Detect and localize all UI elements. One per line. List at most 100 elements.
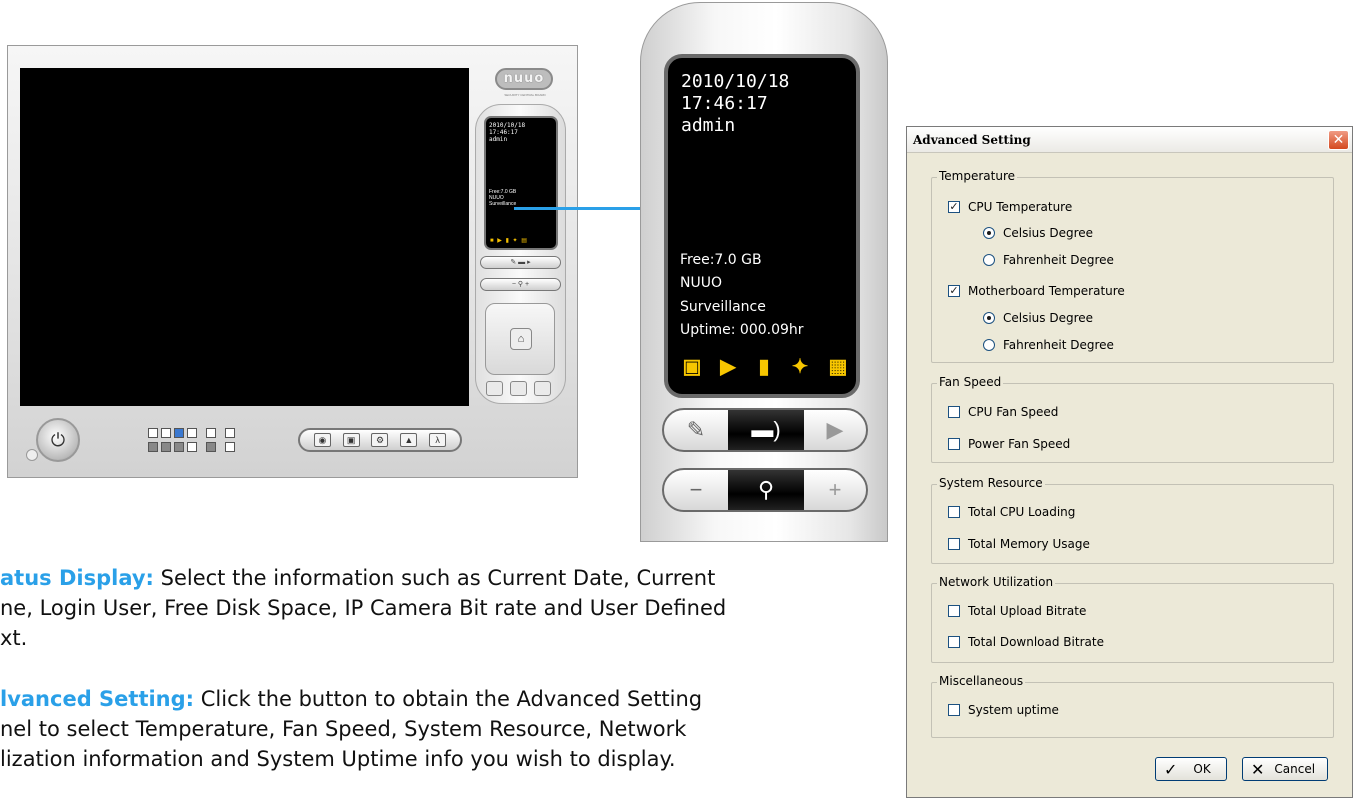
keyboard-icon: ▦ (828, 356, 848, 378)
layout-6-icon[interactable] (148, 442, 158, 452)
layout-1-icon[interactable] (148, 428, 158, 438)
config-icon[interactable]: ⚙ (371, 433, 389, 447)
status-user: admin (681, 115, 736, 136)
preset-button-1[interactable] (486, 381, 503, 396)
audio-icon[interactable]: ▬) (728, 410, 804, 450)
p1-line3: xt. (0, 626, 28, 650)
mb-fahrenheit-radio[interactable]: Fahrenheit Degree (983, 338, 1114, 352)
console-screenshot: nuuo SECURITY CENTRAL BOARD 2010/10/18 1… (7, 45, 578, 478)
video-area (20, 68, 469, 406)
cpu-fan-speed-checkbox[interactable]: CPU Fan Speed (948, 405, 1058, 419)
layout-8-icon[interactable] (161, 442, 171, 452)
system-uptime-checkbox[interactable]: System uptime (948, 703, 1059, 717)
checkbox-icon[interactable] (948, 438, 960, 450)
layout-n-icon[interactable] (187, 442, 197, 452)
ptz-nav-pad[interactable]: ⌂ (485, 303, 555, 375)
playback-icon[interactable]: ▣ (342, 433, 360, 447)
status-display: 2010/10/18 17:46:17 admin Free:7.0 GB NU… (664, 54, 860, 398)
cpu-celsius-label: Celsius Degree (1003, 226, 1094, 240)
radio-selected-icon[interactable] (983, 227, 995, 239)
power-icon[interactable]: ⏻ (36, 418, 80, 462)
checkbox-icon[interactable] (948, 506, 960, 518)
cpu-fahrenheit-label: Fahrenheit Degree (1003, 253, 1114, 267)
zoom-out-icon[interactable]: − (664, 470, 728, 510)
zoom-in-icon[interactable]: + (804, 470, 866, 510)
playback-icon: ▶ (720, 356, 736, 378)
total-cpu-loading-checkbox[interactable]: Total CPU Loading (948, 505, 1075, 519)
status-date: 2010/10/18 (681, 71, 790, 92)
mb-celsius-label: Celsius Degree (1003, 311, 1094, 325)
total-upload-bitrate-checkbox[interactable]: Total Upload Bitrate (948, 604, 1086, 618)
monitor-icon: ▣ (682, 356, 702, 378)
cpu-fahrenheit-radio[interactable]: Fahrenheit Degree (983, 253, 1114, 267)
checkbox-icon[interactable] (948, 605, 960, 617)
satellite-icon: ✦ (791, 356, 809, 378)
network-utilization-legend: Network Utilization (937, 575, 1056, 589)
dialog-titlebar[interactable]: Advanced Setting ✕ (907, 127, 1352, 153)
checkbox-checked-icon[interactable]: ✓ (948, 201, 960, 213)
status-display-term: atus Display: (0, 566, 154, 590)
layout-16-icon[interactable] (187, 428, 197, 438)
close-icon[interactable]: ✕ (1328, 130, 1349, 150)
cancel-button[interactable]: ✕ Cancel (1242, 757, 1328, 781)
checkbox-icon[interactable] (948, 704, 960, 716)
p1-line1: Select the information such as Current D… (153, 566, 716, 590)
layout-rotate-icon[interactable] (225, 428, 235, 438)
motherboard-temperature-checkbox[interactable]: ✓ Motherboard Temperature (948, 284, 1125, 298)
checkbox-icon[interactable] (948, 636, 960, 648)
mini-tool-pill[interactable]: ✎ ▬ ▸ (480, 256, 561, 269)
settings-wrench-icon[interactable]: ✎ (664, 410, 728, 450)
status-display-paragraph: atus Display: Select the information suc… (0, 563, 890, 653)
layout-9-icon[interactable] (174, 428, 184, 438)
system-resource-group: System Resource (931, 476, 1334, 564)
advanced-setting-dialog: Advanced Setting ✕ Temperature ✓ CPU Tem… (906, 126, 1353, 798)
radio-selected-icon[interactable] (983, 312, 995, 324)
p2-line3: lization information and System Uptime i… (0, 747, 676, 771)
cpu-temperature-checkbox[interactable]: ✓ CPU Temperature (948, 200, 1072, 214)
cancel-label: Cancel (1274, 762, 1316, 776)
schedule-icon[interactable]: ◉ (313, 433, 331, 447)
layout-pip-icon[interactable] (206, 442, 216, 452)
mb-fahrenheit-label: Fahrenheit Degree (1003, 338, 1114, 352)
preset-button-2[interactable] (510, 381, 527, 396)
status-free-space: Free:7.0 GB (680, 252, 762, 268)
p2-line1: Click the button to obtain the Advanced … (194, 687, 703, 711)
ok-label: OK (1193, 762, 1211, 776)
radio-icon[interactable] (983, 339, 995, 351)
mini-zoom-pill[interactable]: − ⚲ + (480, 278, 561, 291)
checkbox-icon[interactable] (948, 406, 960, 418)
checkbox-checked-icon[interactable]: ✓ (948, 285, 960, 297)
power-fan-speed-checkbox[interactable]: Power Fan Speed (948, 437, 1070, 451)
tool-pill: ✎ ▬) ▶ (662, 408, 868, 452)
total-download-bitrate-checkbox[interactable]: Total Download Bitrate (948, 635, 1104, 649)
checkbox-icon[interactable] (948, 538, 960, 550)
ok-button[interactable]: ✓ OK (1155, 757, 1227, 781)
event-icon[interactable]: ▲ (400, 433, 418, 447)
mini-time: 17:46:17 (489, 129, 518, 136)
cpu-fan-speed-label: CPU Fan Speed (968, 405, 1059, 419)
dialog-title: Advanced Setting (913, 133, 1031, 147)
mini-status-icons: ■ ▶ ▮ ✦ ▤ (490, 238, 528, 244)
fan-speed-group: Fan Speed (931, 375, 1334, 463)
minimize-button[interactable] (26, 449, 38, 461)
layout-4-icon[interactable] (161, 428, 171, 438)
zoom-search-icon[interactable]: ⚲ (728, 470, 804, 510)
cpu-celsius-radio[interactable]: Celsius Degree (983, 226, 1093, 240)
layout-13-icon[interactable] (174, 442, 184, 452)
play-icon[interactable]: ▶ (804, 410, 866, 450)
layout-expand-icon[interactable] (225, 442, 235, 452)
layout-full-icon[interactable] (206, 428, 216, 438)
mini-status-display: 2010/10/18 17:46:17 admin Free:7.0 GB NU… (484, 116, 558, 250)
tools-icon[interactable]: λ (429, 433, 447, 447)
logo-subtitle: SECURITY CENTRAL BOARD (504, 93, 546, 97)
preset-button-3[interactable] (534, 381, 551, 396)
mb-celsius-radio[interactable]: Celsius Degree (983, 311, 1093, 325)
status-time: 17:46:17 (681, 93, 768, 114)
advanced-setting-term: lvanced Setting: (0, 687, 195, 711)
radio-icon[interactable] (983, 254, 995, 266)
total-memory-usage-checkbox[interactable]: Total Memory Usage (948, 537, 1090, 551)
home-icon[interactable]: ⌂ (510, 328, 532, 350)
status-display-zoom: 2010/10/18 17:46:17 admin Free:7.0 GB NU… (640, 2, 888, 542)
total-cpu-loading-label: Total CPU Loading (968, 505, 1076, 519)
mini-date: 2010/10/18 (489, 122, 526, 129)
